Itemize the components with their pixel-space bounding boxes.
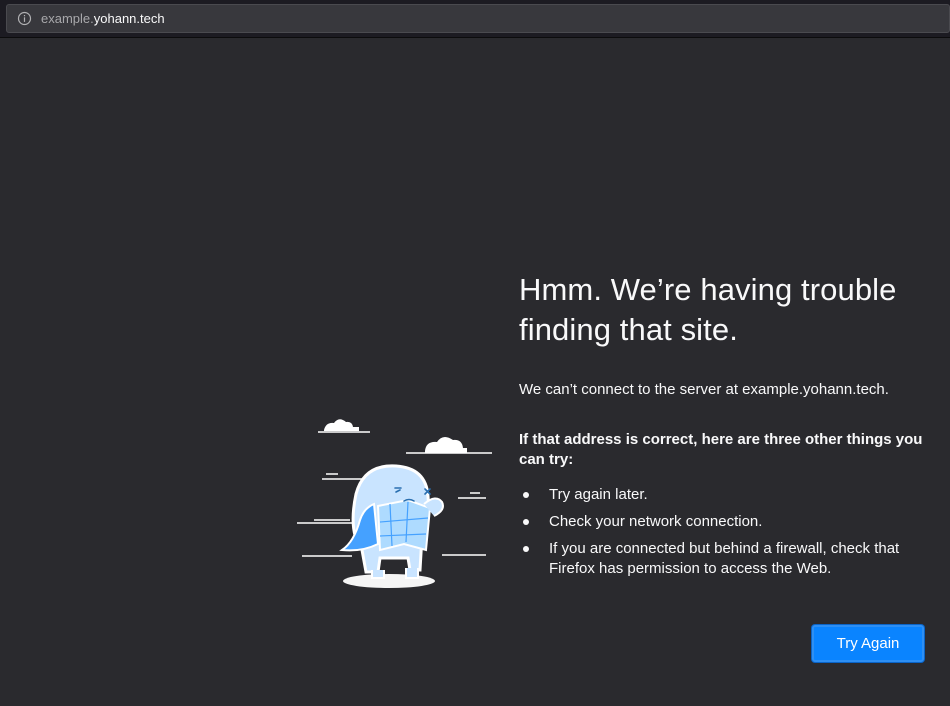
browser-toolbar: example.yohann.tech: [0, 0, 950, 38]
try-again-button[interactable]: Try Again: [812, 625, 924, 662]
suggestion-item: Check your network connection.: [519, 512, 931, 532]
url-subdomain: example.: [41, 11, 94, 26]
suggestion-item: Try again later.: [519, 485, 931, 505]
error-content: Hmm. We’re having trouble finding that s…: [519, 270, 931, 586]
address-bar[interactable]: example.yohann.tech: [6, 4, 950, 33]
address-bar-url[interactable]: example.yohann.tech: [41, 11, 165, 26]
confused-dinosaur-illustration: [292, 372, 494, 594]
info-icon[interactable]: [17, 11, 32, 26]
cloud-icon: [324, 419, 467, 453]
error-suggestions-list: Try again later. Check your network conn…: [519, 485, 931, 579]
error-suggestions-heading: If that address is correct, here are thr…: [519, 431, 923, 468]
error-short-description: We can’t connect to the server at exampl…: [519, 381, 889, 398]
url-domain: yohann.tech: [93, 11, 165, 26]
error-title: Hmm. We’re having trouble finding that s…: [519, 272, 897, 347]
suggestion-item: If you are connected but behind a firewa…: [519, 539, 931, 579]
